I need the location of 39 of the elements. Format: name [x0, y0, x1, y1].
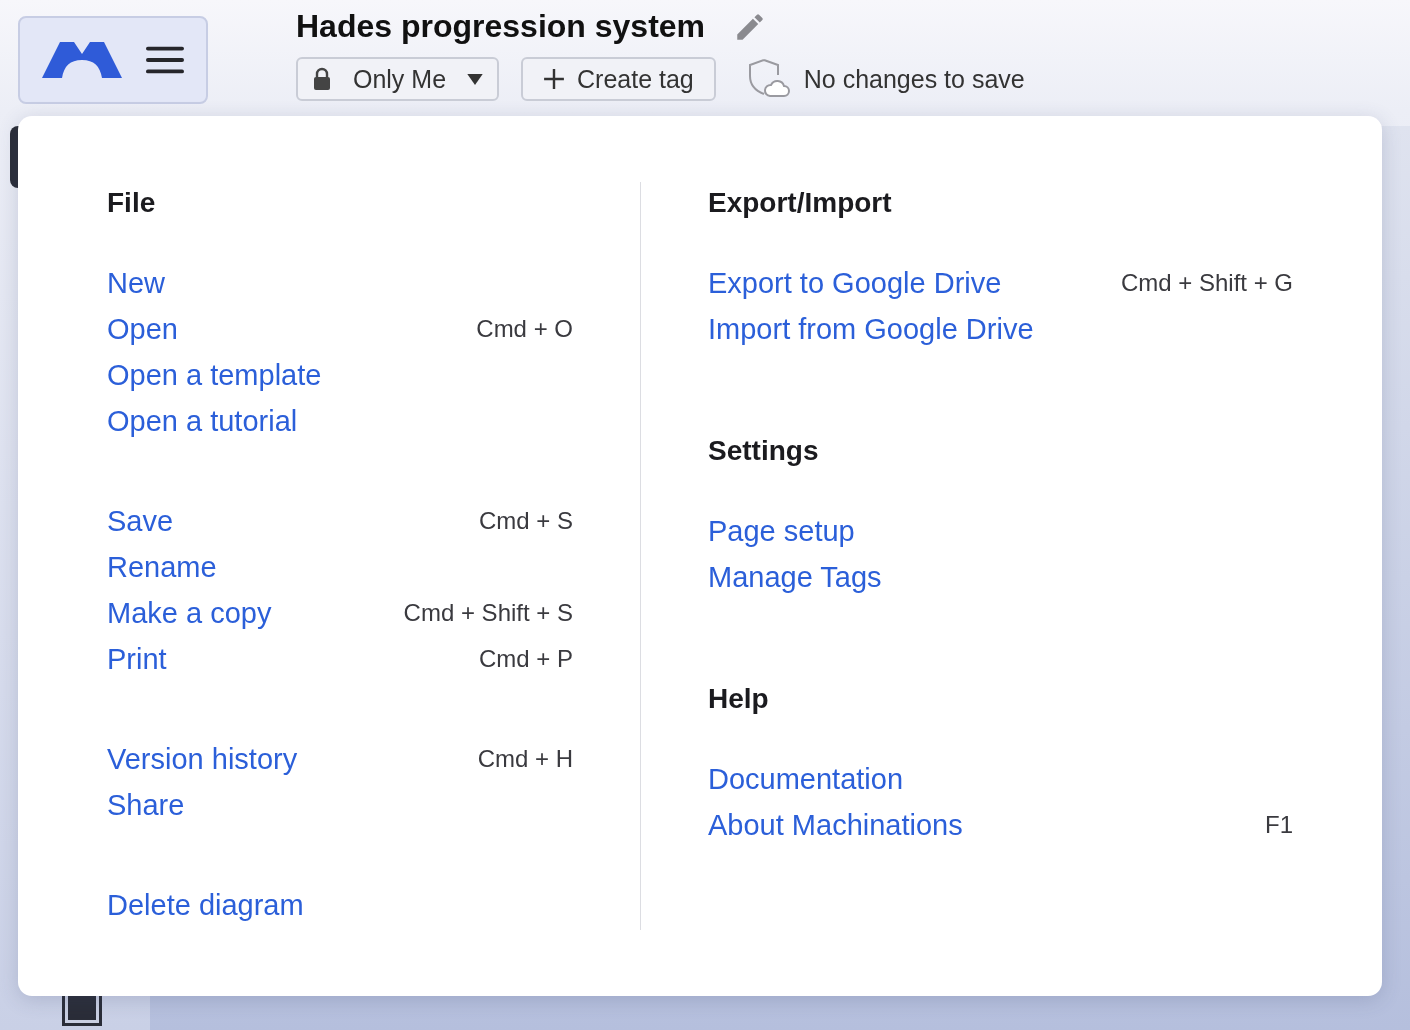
lock-icon — [312, 67, 332, 91]
main-menu-button[interactable] — [18, 16, 208, 104]
menu-item[interactable]: New — [107, 266, 165, 300]
keyboard-shortcut: Cmd + Shift + G — [1120, 269, 1293, 297]
menu-item[interactable]: Delete diagram — [107, 888, 304, 922]
shield-cloud-icon — [747, 58, 790, 100]
menu-item[interactable]: Open — [107, 312, 178, 346]
save-status: No changes to save — [803, 64, 1025, 94]
visibility-dropdown[interactable]: Only Me — [296, 57, 499, 101]
keyboard-shortcut: Cmd + H — [477, 745, 573, 773]
menu-item[interactable]: About Machinations — [708, 808, 963, 842]
menu-icon — [146, 44, 184, 76]
menu-item[interactable]: Rename — [107, 550, 217, 584]
create-tag-button[interactable]: Create tag — [521, 57, 716, 101]
menu-item[interactable]: Make a copy — [107, 596, 272, 630]
keyboard-shortcut: Cmd + O — [476, 315, 573, 343]
keyboard-shortcut: Cmd + P — [478, 645, 573, 673]
keyboard-shortcut: Cmd + S — [478, 507, 573, 535]
section-heading: Export/Import — [708, 186, 893, 220]
menu-item[interactable]: Page setup — [708, 514, 855, 548]
menu-item[interactable]: Share — [107, 788, 185, 822]
menu-item[interactable]: Print — [107, 642, 167, 676]
menu-item[interactable]: Version history — [107, 742, 298, 776]
logo-icon — [42, 40, 122, 80]
menu-item[interactable]: Documentation — [708, 762, 904, 796]
section-heading: File — [107, 186, 157, 220]
menu-item[interactable]: Save — [107, 504, 174, 538]
menu-item[interactable]: Open a template — [107, 358, 322, 392]
menu-item[interactable]: Export to Google Drive — [708, 266, 1002, 300]
keyboard-shortcut: Cmd + Shift + S — [403, 599, 573, 627]
menu-item[interactable]: Import from Google Drive — [708, 312, 1034, 346]
section-heading: Settings — [708, 434, 820, 468]
caret-icon — [467, 73, 483, 85]
menu-item[interactable]: Manage Tags — [708, 560, 882, 594]
menu-item[interactable]: Open a tutorial — [107, 404, 298, 438]
keyboard-shortcut: F1 — [1265, 811, 1293, 839]
plus-icon — [543, 68, 565, 90]
section-heading: Help — [708, 682, 770, 716]
document-title: Hades progression system — [296, 8, 706, 45]
